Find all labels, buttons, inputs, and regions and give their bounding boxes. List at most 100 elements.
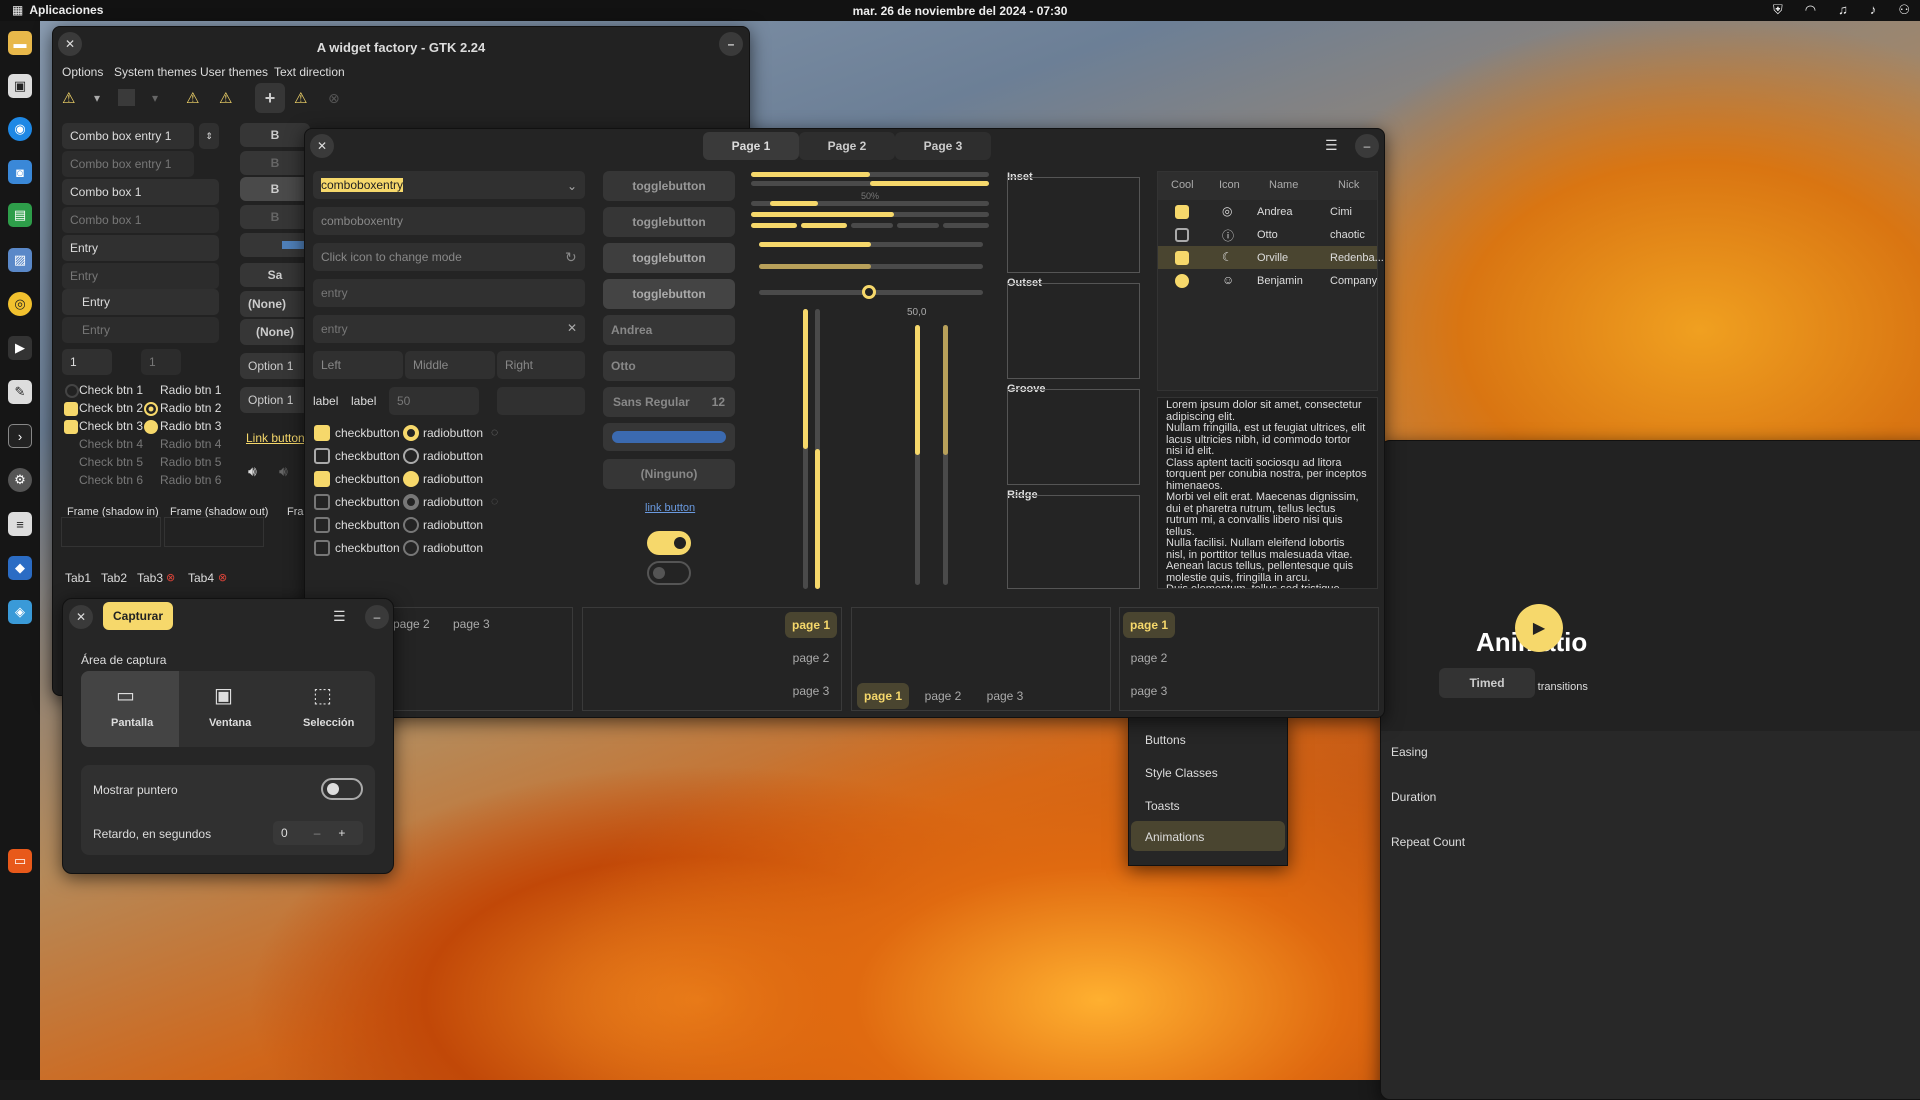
plus-icon[interactable]: + <box>338 826 345 840</box>
user-icon[interactable]: ⚇ <box>1898 2 1910 18</box>
audio-icon[interactable]: ◎ <box>8 292 32 316</box>
easing-row[interactable]: Easing <box>1391 745 1428 759</box>
option-combo-2[interactable]: Option 1 <box>240 387 310 413</box>
warning-icon[interactable]: ⚠ <box>186 89 199 107</box>
entry-placeholder[interactable]: entry <box>313 279 585 307</box>
save-button[interactable]: Sa <box>240 263 310 287</box>
scale-2[interactable] <box>759 264 983 269</box>
show-apps-icon[interactable]: ▭ <box>8 849 32 873</box>
middle-dropdown[interactable]: Middle <box>405 351 495 379</box>
checkbutton-5[interactable] <box>314 517 330 533</box>
row-check[interactable] <box>1175 251 1189 265</box>
font-button[interactable]: Sans Regular 12 <box>603 387 735 417</box>
col-header-name[interactable]: Name <box>1269 179 1298 191</box>
cancel-icon[interactable]: ⊗ <box>328 90 340 107</box>
volume-icon[interactable]: 🔊︎ <box>248 463 257 480</box>
radiobutton-3[interactable] <box>403 471 419 487</box>
close-tab-icon[interactable]: ⊗ <box>218 571 227 584</box>
check-btn-3[interactable] <box>64 420 78 434</box>
checkbutton-3[interactable] <box>314 471 330 487</box>
checkbutton-4[interactable] <box>314 494 330 510</box>
col-header-icon[interactable]: Icon <box>1219 179 1240 191</box>
tab-page-2[interactable]: page 2 <box>393 617 430 631</box>
combobox-entry[interactable]: comboboxentry <box>313 171 585 199</box>
row-radio[interactable] <box>1175 274 1189 288</box>
togglebutton-3[interactable]: togglebutton <box>603 243 735 273</box>
spin-button-2[interactable] <box>497 387 585 415</box>
close-button[interactable]: ✕ <box>69 605 93 629</box>
selection-icon[interactable]: ⬚ <box>313 683 332 708</box>
timed-button[interactable]: Timed <box>1439 668 1535 698</box>
duration-row[interactable]: Duration <box>1391 790 1436 804</box>
chevron-down-icon[interactable]: ⌄ <box>567 179 577 193</box>
spin-button[interactable]: 50 <box>389 387 479 415</box>
tab-2[interactable]: Tab2 <box>97 565 131 591</box>
combobox-entry-2[interactable]: comboboxentry <box>313 207 585 235</box>
check-btn-2[interactable] <box>64 402 78 416</box>
check-btn-1[interactable] <box>65 384 79 398</box>
left-dropdown[interactable]: Left <box>313 351 403 379</box>
scale-1[interactable] <box>759 242 983 247</box>
link-button[interactable]: link button <box>645 502 695 514</box>
bell-icon[interactable]: ♫ <box>1838 2 1848 18</box>
combo-box[interactable]: Combo box 1 <box>62 179 219 205</box>
combo-box-entry[interactable]: Combo box entry 1 <box>62 123 194 149</box>
sidebar-item-style-classes[interactable]: Style Classes <box>1145 766 1218 780</box>
menu-icon[interactable]: ☰ <box>1325 137 1338 154</box>
entry-clearable[interactable]: entry <box>313 315 585 343</box>
togglebutton-1[interactable]: togglebutton <box>603 171 735 201</box>
wifi-icon[interactable]: ◠ <box>1805 2 1816 18</box>
notes-icon[interactable]: ✎ <box>8 380 32 404</box>
repeat-count-row[interactable]: Repeat Count <box>1391 835 1465 849</box>
radiobutton-2[interactable] <box>403 448 419 464</box>
entry-with-icons[interactable]: Entry <box>62 289 219 315</box>
tab-3[interactable]: Tab3 <box>133 565 167 591</box>
radiobutton-4[interactable] <box>403 494 419 510</box>
switch-on[interactable] <box>647 531 691 555</box>
warning-icon[interactable]: ⚠ <box>219 89 232 107</box>
checkbutton-1[interactable] <box>314 425 330 441</box>
play-button[interactable]: ▶ <box>1515 604 1563 652</box>
tab-page-1[interactable]: page 1 <box>857 683 909 709</box>
tab-page-1[interactable]: page 1 <box>1123 612 1175 638</box>
window-icon[interactable]: ▣ <box>214 683 233 708</box>
tab-page-1[interactable]: Page 1 <box>703 132 799 160</box>
warning-icon[interactable]: ⚠ <box>62 89 75 107</box>
row-check[interactable] <box>1175 228 1189 242</box>
tab-page-2[interactable]: page 2 <box>785 645 837 671</box>
tab-page-3[interactable]: page 3 <box>1123 678 1175 704</box>
toolbar-item[interactable] <box>118 89 135 106</box>
entry[interactable]: Entry <box>62 235 219 261</box>
togglebutton-2[interactable]: togglebutton <box>603 207 735 237</box>
option-combo[interactable]: Option 1 <box>240 353 310 379</box>
volume-icon[interactable]: 🔊︎ <box>279 463 288 480</box>
minus-icon[interactable]: – <box>314 826 321 840</box>
vertical-scale-1[interactable] <box>803 309 808 589</box>
text-view[interactable]: Lorem ipsum dolor sit amet, consectetur … <box>1157 397 1378 589</box>
menu-options[interactable]: Options <box>62 65 103 79</box>
radiobutton-5[interactable] <box>403 517 419 533</box>
col-header-nick[interactable]: Nick <box>1338 179 1359 191</box>
tab-page-3[interactable]: Page 3 <box>895 132 991 160</box>
radiobutton-1[interactable] <box>403 425 419 441</box>
checkbutton-2[interactable] <box>314 448 330 464</box>
minimize-button[interactable]: – <box>719 32 743 56</box>
none-combo-2[interactable]: (None) <box>240 319 310 345</box>
delay-spin[interactable]: 0 – + <box>273 821 363 845</box>
radio-btn-2[interactable] <box>144 402 158 416</box>
vscode-icon[interactable]: ◆ <box>8 556 32 580</box>
dropdown-icon[interactable]: ▾ <box>94 91 100 105</box>
camera-icon[interactable]: ◙ <box>8 160 32 184</box>
image-viewer-icon[interactable]: ▨ <box>8 248 32 272</box>
clear-icon[interactable]: ✕ <box>567 321 577 335</box>
spin-arrows[interactable]: ⇕ <box>199 123 219 149</box>
seleccion-label[interactable]: Selección <box>303 717 354 729</box>
ventana-label[interactable]: Ventana <box>209 717 251 729</box>
close-button[interactable]: ✕ <box>310 134 334 158</box>
minimize-button[interactable]: – <box>1355 134 1379 158</box>
link-button[interactable]: Link button <box>246 431 305 445</box>
chrome-icon[interactable]: ◉ <box>8 117 32 141</box>
radio-btn-1-label[interactable]: Radio btn 1 <box>160 383 221 397</box>
switch-off[interactable] <box>647 561 691 585</box>
tab-page-3[interactable]: page 3 <box>785 678 837 704</box>
